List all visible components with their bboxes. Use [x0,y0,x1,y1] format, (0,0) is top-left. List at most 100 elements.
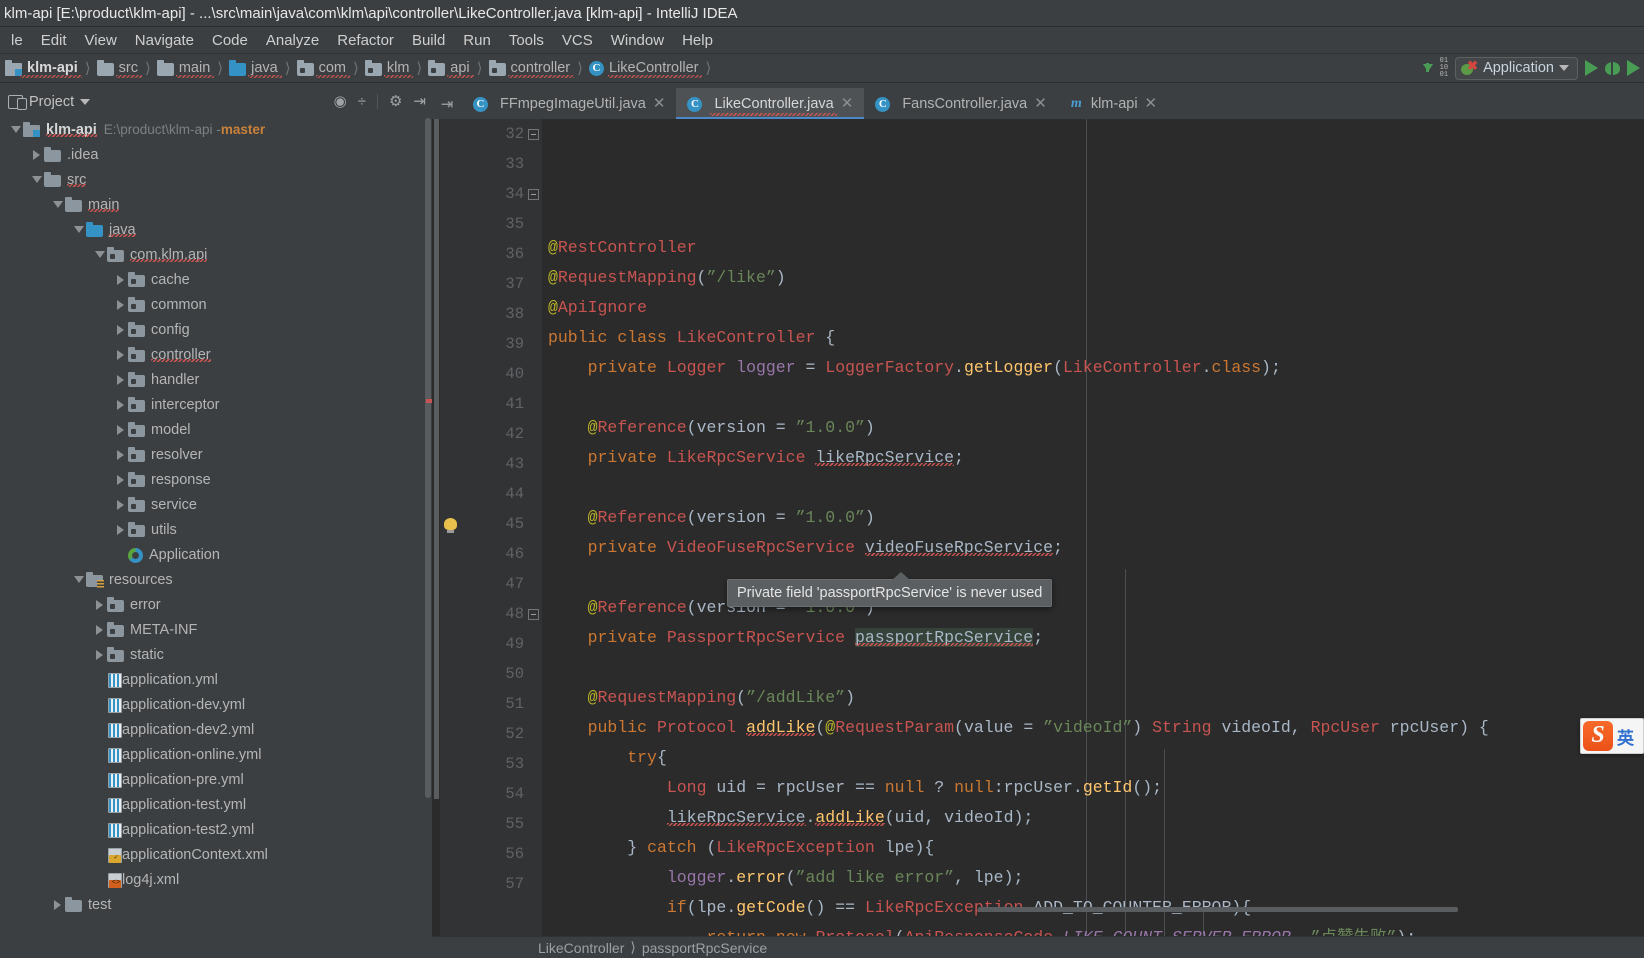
tree-expander[interactable] [92,842,107,867]
close-icon[interactable]: ✕ [841,96,854,111]
chevron-right-icon[interactable] [113,392,128,417]
gear-icon[interactable]: ⚙ [389,94,402,109]
tree-expander[interactable] [92,867,107,892]
code-line[interactable]: private Logger logger = LoggerFactory.ge… [542,353,1644,383]
editor-code-text[interactable]: @RestController @RequestMapping(”/like”) @… [542,119,1644,936]
project-tree-item-application-pre-yml[interactable]: application-pre.yml [0,767,432,792]
debug-button[interactable] [1605,61,1620,75]
editor-horizontal-scrollbar[interactable] [978,907,1644,912]
project-tree-item-utils[interactable]: utils [0,517,432,542]
project-tree-item-handler[interactable]: handler [0,367,432,392]
code-line[interactable]: } catch (LikeRpcException lpe){ [542,833,1644,863]
menu-item-vcs[interactable]: VCS [553,30,602,51]
breadcrumb-item-klm-api[interactable]: klm-api ⟩ [2,54,94,82]
tree-expander[interactable] [92,817,107,842]
code-line[interactable]: return new Protocol(ApiResponseCode.LIKE… [542,923,1644,936]
ime-indicator[interactable]: S 英 [1580,718,1644,754]
menu-item-code[interactable]: Code [203,30,257,51]
project-tree-item-resources[interactable]: resources [0,567,432,592]
project-tree-item-application-yml[interactable]: application.yml [0,667,432,692]
menu-item-help[interactable]: Help [673,30,722,51]
menu-item-refactor[interactable]: Refactor [328,30,403,51]
chevron-down-icon[interactable] [50,192,65,217]
project-tree-item-src[interactable]: src [0,167,432,192]
code-line[interactable]: @RequestMapping(”/addLike”) [542,683,1644,713]
chevron-down-icon[interactable] [8,117,23,142]
tree-expander[interactable] [92,692,107,717]
editor-horizontal-scrollbar-thumb[interactable] [978,907,1458,912]
code-line[interactable] [542,383,1644,413]
run-with-coverage-button[interactable] [1627,60,1640,76]
chevron-down-icon[interactable] [80,98,91,105]
chevron-right-icon[interactable] [92,617,107,642]
run-configuration-selector[interactable]: ✖ Application [1455,56,1578,80]
fold-end-icon[interactable] [526,179,540,209]
project-tree-item-log4j-xml[interactable]: <> log4j.xml [0,867,432,892]
project-tree-item-application-test2-yml[interactable]: application-test2.yml [0,817,432,842]
close-icon[interactable]: ✕ [1034,96,1047,111]
chevron-right-icon[interactable] [113,517,128,542]
menu-item-build[interactable]: Build [403,30,454,51]
chevron-right-icon[interactable] [113,267,128,292]
hide-panel-icon[interactable]: ⇥ [413,94,426,109]
code-line[interactable]: @RequestMapping(”/like”) [542,263,1644,293]
menu-item-file[interactable]: le [2,30,32,51]
tree-expander[interactable] [92,742,107,767]
chevron-right-icon[interactable] [50,892,65,917]
project-tree-item--idea[interactable]: .idea [0,142,432,167]
menu-item-run[interactable]: Run [454,30,500,51]
chevron-right-icon[interactable] [113,292,128,317]
code-line[interactable]: private VideoFuseRpcService videoFuseRpc… [542,533,1644,563]
project-tree-item-resolver[interactable]: resolver [0,442,432,467]
code-line[interactable]: @Reference(version = ”1.0.0”) [542,503,1644,533]
menu-item-window[interactable]: Window [602,30,673,51]
project-tree-item-controller[interactable]: controller [0,342,432,367]
tree-expander[interactable] [92,667,107,692]
code-line[interactable]: likeRpcService.addLike(uid, videoId); [542,803,1644,833]
chevron-right-icon[interactable] [113,317,128,342]
chevron-down-icon[interactable] [71,567,86,592]
chevron-right-icon[interactable] [113,467,128,492]
chevron-right-icon[interactable] [113,417,128,442]
project-tree-item-static[interactable]: static [0,642,432,667]
project-tree-item-applicationcontext-xml[interactable]: ✓ applicationContext.xml [0,842,432,867]
project-tree-item-java[interactable]: java [0,217,432,242]
download-sources-icon[interactable] [1422,63,1433,72]
fold-start-icon[interactable] [526,599,540,629]
code-line[interactable] [542,473,1644,503]
code-line[interactable] [542,653,1644,683]
chevron-down-icon[interactable] [1559,65,1569,71]
project-tree-item-application-test-yml[interactable]: application-test.yml [0,792,432,817]
code-line[interactable]: Long uid = rpcUser == null ? null:rpcUse… [542,773,1644,803]
tree-expander[interactable] [92,767,107,792]
locate-target-icon[interactable]: ◉ [334,94,347,109]
editor-vertical-scrollbar[interactable] [432,119,440,936]
tree-expander[interactable] [92,792,107,817]
project-tree-item-com-klm-api[interactable]: com.klm.api [0,242,432,267]
editor-tab-ffmpegimageutil[interactable]: C FFmpegImageUtil.java ✕ [462,88,676,119]
chevron-down-icon[interactable] [71,217,86,242]
code-line[interactable]: public class LikeController { [542,323,1644,353]
code-line[interactable]: @Reference(version = ”1.0.0”) [542,593,1644,623]
chevron-right-icon[interactable] [113,492,128,517]
project-tree-item-application-dev-yml[interactable]: application-dev.yml [0,692,432,717]
collapse-all-icon[interactable]: ÷ [358,94,366,109]
project-tree-item-interceptor[interactable]: interceptor [0,392,432,417]
binary-digits-icon[interactable]: 01 10 01 [1440,57,1448,79]
close-icon[interactable]: ✕ [1145,96,1158,111]
project-tree-item-application[interactable]: Application [0,542,432,567]
code-line[interactable]: try{ [542,743,1644,773]
project-tree-item-model[interactable]: model [0,417,432,442]
project-tree-item-common[interactable]: common [0,292,432,317]
footer-breadcrumb-field[interactable]: passportRpcService [642,940,767,956]
chevron-down-icon[interactable] [29,167,44,192]
project-tree-item-error[interactable]: error [0,592,432,617]
project-tree-item-config[interactable]: config [0,317,432,342]
code-line[interactable]: public Protocol addLike(@RequestParam(va… [542,713,1644,743]
editor-tab-klm-api[interactable]: m klm-api ✕ [1058,88,1168,119]
chevron-down-icon[interactable] [92,242,107,267]
close-icon[interactable]: ✕ [653,96,666,111]
chevron-right-icon[interactable] [113,342,128,367]
project-tree[interactable]: klm-api E:\product\klm-api - master .idea s… [0,115,432,958]
breadcrumb-item-klm[interactable]: klm ⟩ [362,54,425,82]
